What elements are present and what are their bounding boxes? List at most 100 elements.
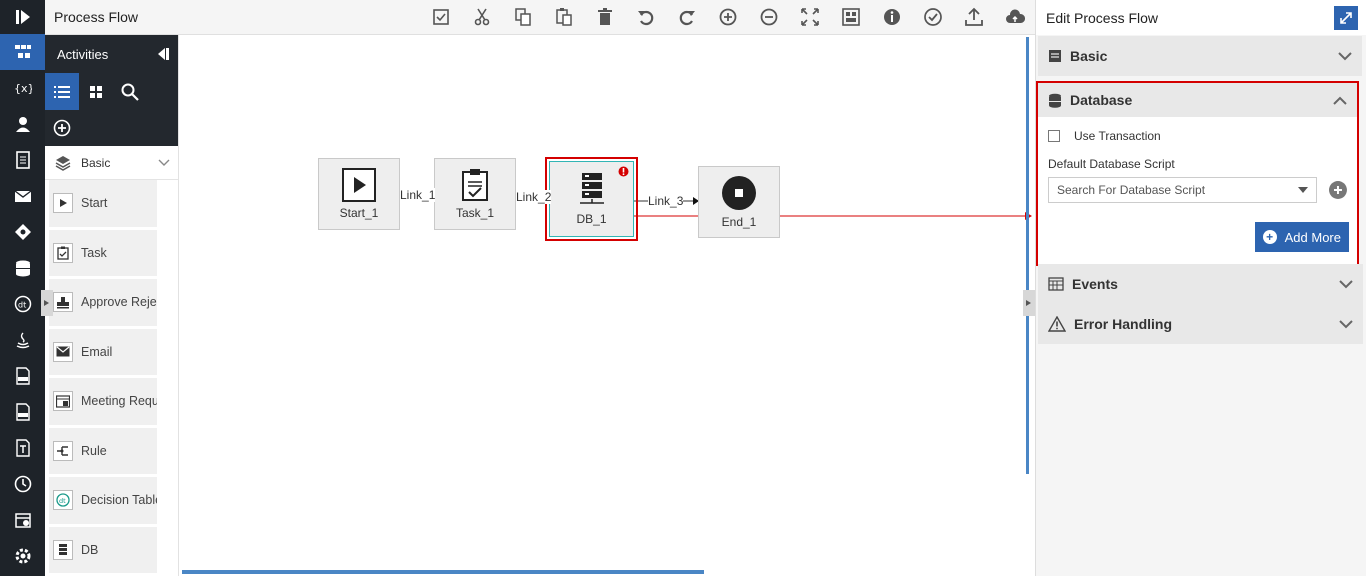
- undo-button[interactable]: [625, 0, 666, 35]
- zoom-out-icon: [760, 8, 777, 26]
- user-icon[interactable]: [0, 106, 45, 142]
- properties-header: Edit Process Flow: [1036, 0, 1366, 35]
- activity-label: Decision Table: [81, 493, 157, 508]
- node-label: Start_1: [339, 206, 379, 220]
- collapse-properties-handle[interactable]: [1023, 290, 1035, 316]
- clock-icon[interactable]: [0, 466, 45, 502]
- activities-header: Activities: [45, 35, 178, 73]
- activities-title: Activities: [57, 46, 109, 62]
- fit-screen-button[interactable]: [789, 0, 830, 35]
- document-icon[interactable]: [0, 142, 45, 178]
- text-file-icon[interactable]: [0, 430, 45, 466]
- section-label: Error Handling: [1074, 316, 1173, 332]
- plus-circle-icon: +: [1262, 230, 1277, 244]
- select-all-button[interactable]: [420, 0, 461, 35]
- search-icon: [121, 83, 139, 101]
- category-basic[interactable]: Basic: [45, 146, 178, 180]
- horizontal-scrollbar[interactable]: [182, 570, 704, 574]
- redo-button[interactable]: [666, 0, 707, 35]
- cut-button[interactable]: [461, 0, 502, 35]
- validate-button[interactable]: [912, 0, 953, 35]
- rule-branch-icon: [53, 440, 73, 461]
- expand-activities-handle[interactable]: [41, 290, 53, 316]
- activity-task[interactable]: Task: [49, 229, 157, 279]
- activity-start[interactable]: Start: [49, 180, 157, 230]
- activity-label: Email: [81, 344, 113, 359]
- expand-arrows-icon: [1340, 11, 1352, 24]
- node-db[interactable]: DB_1: [549, 161, 634, 237]
- activity-email[interactable]: Email: [49, 328, 157, 378]
- section-events[interactable]: Events: [1038, 264, 1363, 304]
- zoom-out-button[interactable]: [748, 0, 789, 35]
- process-canvas[interactable]: Start_1 Task_1 DB_1 End_1 Link_1 Link_2 …: [179, 35, 1032, 576]
- add-more-button[interactable]: + Add More: [1254, 222, 1349, 252]
- undo-icon: [637, 10, 653, 26]
- activity-db[interactable]: DB: [49, 526, 157, 576]
- database-icon[interactable]: [0, 250, 45, 286]
- link-label-3[interactable]: Link_3: [648, 194, 684, 208]
- activity-approve-reject[interactable]: Approve Reject: [49, 279, 157, 329]
- clipboard-icon: [462, 169, 488, 201]
- section-database: Database Use Transaction Default Databas…: [1036, 81, 1359, 266]
- rule-diamond-icon[interactable]: [0, 214, 45, 250]
- activities-view-tabs: [45, 73, 178, 110]
- activity-rule[interactable]: Rule: [49, 427, 157, 477]
- link-label-1[interactable]: Link_1: [400, 188, 436, 202]
- database-section-header[interactable]: Database: [1038, 83, 1357, 117]
- script-select-row: Search For Database Script: [1048, 177, 1347, 203]
- variables-icon[interactable]: {x}: [0, 70, 45, 106]
- delete-button[interactable]: [584, 0, 625, 35]
- envelope-icon: [53, 341, 73, 362]
- section-label: Database: [1070, 92, 1133, 108]
- java-icon[interactable]: [0, 322, 45, 358]
- copy-button[interactable]: [502, 0, 543, 35]
- activity-meeting-request[interactable]: Meeting Request: [49, 378, 157, 428]
- node-start[interactable]: Start_1: [318, 158, 400, 230]
- cloud-upload-icon: [1005, 9, 1025, 23]
- calendar-icon[interactable]: [0, 502, 45, 538]
- section-basic[interactable]: Basic: [1038, 36, 1362, 76]
- link-label-2[interactable]: Link_2: [516, 190, 552, 204]
- events-calendar-icon: [1048, 277, 1064, 291]
- error-badge-icon: [618, 166, 629, 177]
- search-tab[interactable]: [113, 73, 147, 110]
- chevron-down-icon: [1339, 319, 1353, 328]
- upload-button[interactable]: [953, 0, 994, 35]
- section-error-handling[interactable]: Error Handling: [1038, 304, 1363, 344]
- add-more-label: Add More: [1284, 229, 1341, 245]
- grid-view-tab[interactable]: [79, 73, 113, 110]
- add-script-icon[interactable]: [1329, 181, 1347, 199]
- grid-button[interactable]: [830, 0, 871, 35]
- scissors-icon: [474, 8, 489, 26]
- vertical-scrollbar[interactable]: [1026, 37, 1029, 474]
- redo-icon: [679, 10, 695, 26]
- settings-gear-icon[interactable]: [0, 538, 45, 574]
- add-circle-icon[interactable]: [53, 119, 71, 137]
- play-icon: [342, 168, 376, 202]
- fit-screen-icon: [800, 8, 819, 26]
- node-task[interactable]: Task_1: [434, 158, 516, 230]
- upload-icon: [964, 7, 983, 26]
- activities-panel: Activities Basic Start Task Approve Reje…: [45, 35, 179, 576]
- maximize-panel-button[interactable]: [1334, 5, 1358, 30]
- svg-text:{x}: {x}: [14, 82, 32, 95]
- mail-icon[interactable]: [0, 178, 45, 214]
- collapse-panel-icon[interactable]: [156, 46, 170, 62]
- page-title: Process Flow: [54, 9, 139, 25]
- csv-file-icon[interactable]: [0, 394, 45, 430]
- list-view-tab[interactable]: [45, 73, 79, 110]
- use-transaction-checkbox[interactable]: [1048, 130, 1060, 142]
- activity-decision-table[interactable]: dt Decision Table: [49, 477, 157, 527]
- process-flow-nav-icon[interactable]: [0, 34, 45, 70]
- paste-button[interactable]: [543, 0, 584, 35]
- cloud-deploy-button[interactable]: [994, 0, 1035, 35]
- xml-file-icon[interactable]: [0, 358, 45, 394]
- decision-table-icon[interactable]: dt: [0, 286, 45, 322]
- category-label: Basic: [81, 155, 111, 170]
- database-script-select[interactable]: Search For Database Script: [1048, 177, 1318, 203]
- zoom-in-button[interactable]: [707, 0, 748, 35]
- node-end[interactable]: End_1: [698, 166, 780, 238]
- info-button[interactable]: [871, 0, 912, 35]
- chevron-down-icon: [1339, 279, 1353, 288]
- app-logo[interactable]: [0, 0, 45, 34]
